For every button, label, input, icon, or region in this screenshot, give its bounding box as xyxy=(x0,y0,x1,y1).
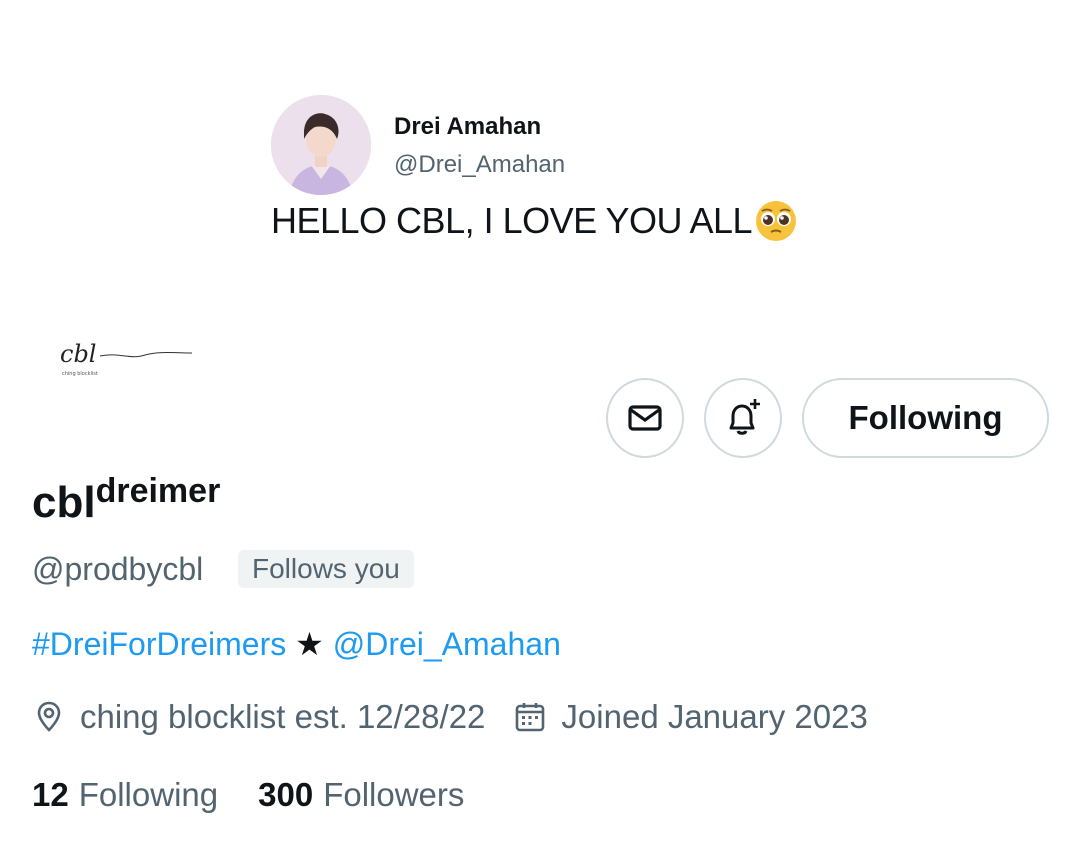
tweet-text-line: HELLO CBL, I LOVE YOU ALL xyxy=(271,199,798,243)
tweet-text: HELLO CBL, I LOVE YOU ALL xyxy=(271,200,753,241)
profile-handle: @prodbycbl xyxy=(32,551,204,587)
following-count-link[interactable]: 12 Following xyxy=(32,776,218,814)
followers-count-link[interactable]: 300 Followers xyxy=(258,776,464,814)
tweet-author-handle: @Drei_Amahan xyxy=(394,151,566,178)
tweet-author-avatar xyxy=(271,95,371,195)
profile-bio: #DreiForDreimers ★ @Drei_Amahan xyxy=(32,625,561,663)
follows-you-badge: Follows you xyxy=(238,550,414,588)
tweet-author-name: Drei Amahan xyxy=(394,113,542,140)
location-pin-icon xyxy=(37,701,61,732)
svg-text:ching blocklist: ching blocklist xyxy=(62,371,98,377)
profile-location: ching blocklist est. 12/28/22 xyxy=(80,698,486,735)
calendar-icon xyxy=(516,703,545,732)
message-button[interactable] xyxy=(606,378,684,458)
person-photo-icon xyxy=(271,95,371,195)
notifications-button[interactable] xyxy=(704,378,782,458)
envelope-icon xyxy=(628,405,662,431)
display-name: cbldreimer xyxy=(32,472,220,528)
followers-label: Followers xyxy=(323,776,465,813)
bio-hashtag-link[interactable]: #DreiForDreimers xyxy=(32,626,286,662)
profile-joined-date: Joined January 2023 xyxy=(561,698,868,735)
profile-stats: 12 Following 300 Followers xyxy=(32,776,464,814)
display-name-main: cbl xyxy=(32,478,96,527)
followers-count: 300 xyxy=(258,776,314,813)
profile-avatar-logo[interactable]: cbl ching blocklist xyxy=(50,330,200,390)
following-count: 12 xyxy=(32,776,69,813)
pleading-face-emoji-icon xyxy=(756,201,797,241)
bio-star: ★ xyxy=(295,626,324,662)
profile-banner[interactable]: Drei Amahan @Drei_Amahan HELLO CBL, I LO… xyxy=(0,0,1080,330)
svg-text:cbl: cbl xyxy=(60,340,96,368)
bell-plus-icon xyxy=(729,399,760,435)
profile-meta: ching blocklist est. 12/28/22 Joined Jan… xyxy=(32,698,868,736)
following-button[interactable]: Following xyxy=(802,378,1049,458)
following-label: Following xyxy=(78,776,219,813)
display-name-superscript: dreimer xyxy=(95,472,221,510)
bio-mention-link[interactable]: @Drei_Amahan xyxy=(333,626,561,662)
